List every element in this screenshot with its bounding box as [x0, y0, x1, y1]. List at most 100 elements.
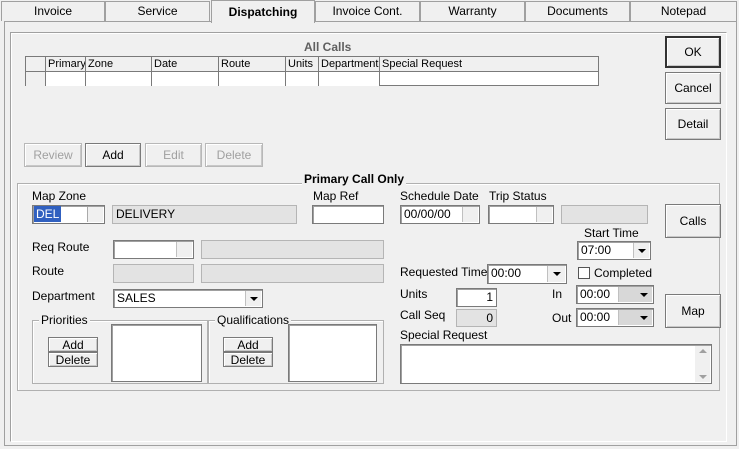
ok-button[interactable]: OK	[665, 36, 721, 68]
schedule-date-value: 00/00/00	[404, 207, 451, 221]
grid-cell[interactable]	[286, 72, 319, 86]
units-input[interactable]: 1	[456, 288, 497, 307]
special-request-scrollbar[interactable]	[695, 346, 710, 382]
col-route[interactable]: Route	[219, 57, 286, 72]
route-description	[201, 264, 384, 283]
qualifications-delete-button[interactable]: Delete	[223, 352, 273, 367]
delete-call-button[interactable]: Delete	[205, 143, 263, 167]
completed-label: Completed	[594, 266, 653, 280]
start-time-label: Start Time	[584, 226, 639, 240]
edit-call-button[interactable]: Edit	[145, 143, 202, 167]
col-department[interactable]: Department	[319, 57, 380, 72]
qualifications-label: Qualifications	[215, 313, 292, 327]
call-seq-field: 0	[456, 309, 497, 327]
call-seq-label: Call Seq	[400, 308, 446, 322]
grid-cell[interactable]	[46, 72, 86, 86]
schedule-date-input[interactable]: 00/00/00	[400, 205, 480, 224]
grid-cell[interactable]	[219, 72, 286, 86]
req-route-label: Req Route	[32, 240, 90, 254]
map-zone-dropdown-button[interactable]	[87, 207, 103, 222]
req-route-dropdown-button[interactable]	[176, 242, 192, 257]
tab-notepad[interactable]: Notepad	[630, 1, 737, 21]
chevron-down-icon	[249, 296, 258, 301]
grid-cell[interactable]	[319, 72, 380, 86]
department-select[interactable]: SALES	[113, 289, 263, 308]
department-value: SALES	[117, 291, 156, 305]
special-request-label: Special Request	[400, 328, 488, 342]
chevron-up-icon	[699, 349, 707, 353]
grid-row-header	[26, 57, 46, 72]
map-zone-combo[interactable]: DEL	[32, 205, 105, 224]
map-zone-description: DELIVERY	[112, 205, 297, 224]
special-request-textarea[interactable]	[400, 344, 712, 384]
chevron-down-icon	[699, 375, 707, 379]
col-primary[interactable]: Primary	[46, 57, 86, 72]
all-calls-grid[interactable]: Primary Zone Date Route Units Department…	[25, 56, 599, 86]
requested-time-label: Requested Time	[400, 265, 488, 279]
cancel-button[interactable]: Cancel	[665, 72, 721, 104]
chevron-down-icon	[552, 272, 561, 276]
grid-row-selector[interactable]	[26, 72, 46, 86]
in-time-value: 00:00	[580, 287, 611, 301]
primary-call-title: Primary Call Only	[302, 172, 407, 186]
map-ref-label: Map Ref	[313, 189, 359, 203]
department-dropdown-button[interactable]	[245, 291, 261, 306]
map-button[interactable]: Map	[665, 294, 721, 328]
map-zone-label: Map Zone	[32, 189, 87, 203]
tab-dispatching[interactable]: Dispatching	[211, 0, 315, 23]
start-time-dropdown-button[interactable]	[633, 243, 649, 258]
out-time-dropdown-button[interactable]	[618, 310, 652, 325]
schedule-date-picker-button[interactable]	[462, 207, 478, 222]
tab-invoice-cont[interactable]: Invoice Cont.	[315, 1, 420, 21]
route-label: Route	[32, 264, 65, 278]
detail-button[interactable]: Detail	[665, 108, 721, 140]
requested-time-value: 00:00	[491, 266, 522, 280]
trip-status-label: Trip Status	[489, 189, 547, 203]
map-zone-code: DEL	[34, 206, 62, 222]
tab-invoice[interactable]: Invoice	[1, 1, 105, 21]
all-calls-title: All Calls	[304, 40, 352, 54]
completed-checkbox[interactable]	[578, 267, 590, 279]
route-field	[113, 264, 194, 283]
units-label: Units	[400, 287, 428, 301]
col-zone[interactable]: Zone	[86, 57, 152, 72]
calls-button[interactable]: Calls	[665, 204, 721, 238]
chevron-down-icon	[639, 315, 648, 320]
review-button[interactable]: Review	[24, 143, 82, 167]
in-time-dropdown-button[interactable]	[618, 287, 652, 302]
in-time-select[interactable]: 00:00	[576, 285, 654, 304]
tab-warranty[interactable]: Warranty	[420, 1, 525, 21]
out-time-value: 00:00	[580, 310, 611, 324]
req-route-description	[201, 240, 384, 259]
priorities-add-button[interactable]: Add	[48, 337, 98, 352]
priorities-label: Priorities	[39, 313, 90, 327]
in-label: In	[552, 287, 563, 301]
tab-documents[interactable]: Documents	[525, 1, 630, 21]
out-label: Out	[552, 311, 572, 325]
out-time-select[interactable]: 00:00	[576, 308, 654, 327]
trip-status-description	[561, 205, 648, 224]
col-units[interactable]: Units	[286, 57, 319, 72]
qualifications-add-button[interactable]: Add	[223, 337, 273, 352]
trip-status-combo[interactable]	[488, 205, 554, 224]
col-date[interactable]: Date	[152, 57, 219, 72]
qualifications-list[interactable]	[288, 324, 377, 382]
grid-cell[interactable]	[86, 72, 152, 86]
col-special-request[interactable]: Special Request	[380, 57, 598, 72]
requested-time-select[interactable]: 00:00	[487, 264, 567, 284]
trip-status-dropdown-button[interactable]	[536, 207, 552, 222]
requested-time-dropdown-button[interactable]	[547, 266, 565, 282]
priorities-delete-button[interactable]: Delete	[48, 352, 98, 367]
schedule-date-label: Schedule Date	[400, 189, 479, 203]
priorities-list[interactable]	[111, 324, 202, 382]
chevron-down-icon	[637, 248, 646, 253]
tab-service[interactable]: Service	[105, 1, 210, 21]
add-call-button[interactable]: Add	[85, 143, 141, 167]
grid-cell[interactable]	[152, 72, 219, 86]
start-time-select[interactable]: 07:00	[577, 241, 651, 260]
department-label: Department	[32, 289, 95, 303]
start-time-value: 07:00	[581, 243, 612, 257]
map-ref-input[interactable]	[312, 205, 384, 224]
chevron-down-icon	[639, 292, 648, 297]
req-route-combo[interactable]	[113, 240, 194, 259]
